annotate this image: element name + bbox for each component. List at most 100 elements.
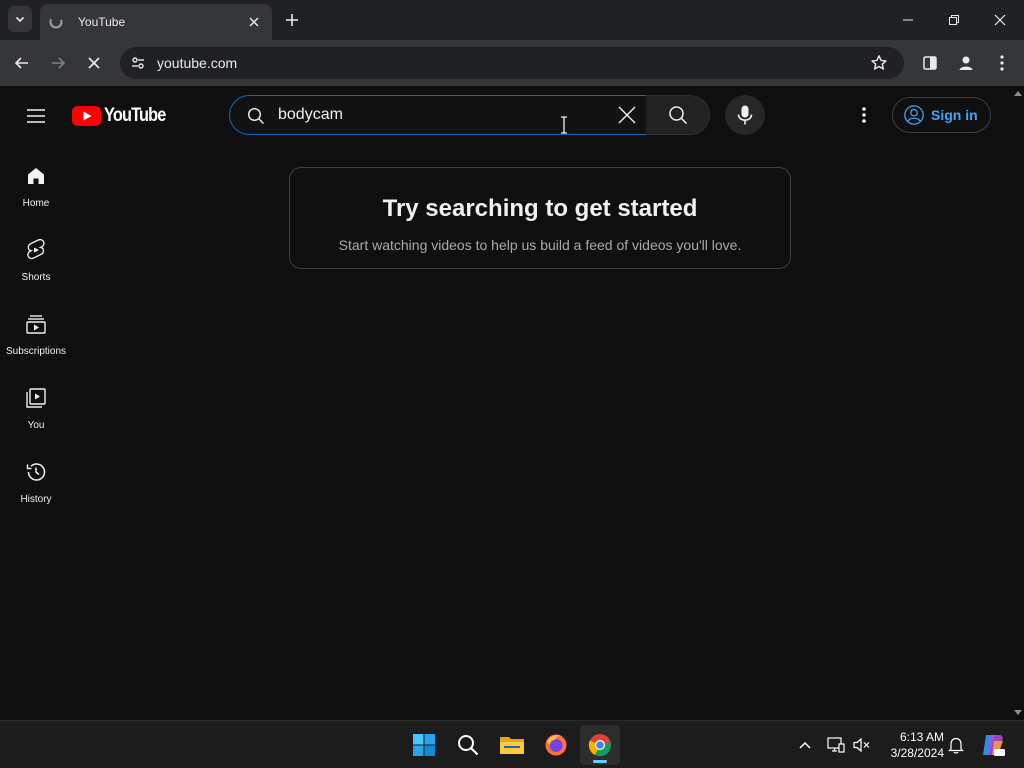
notifications-button[interactable] — [946, 735, 966, 755]
address-bar[interactable]: youtube.com — [120, 47, 904, 79]
home-icon — [28, 168, 44, 184]
loading-favicon-icon — [49, 15, 63, 29]
network-icon — [827, 737, 845, 753]
close-icon — [994, 14, 1006, 26]
start-button[interactable] — [404, 725, 444, 765]
copilot-button[interactable] — [980, 732, 1006, 758]
subscriptions-icon — [26, 315, 46, 334]
minimize-icon — [903, 19, 913, 21]
sign-in-label: Sign in — [931, 107, 978, 123]
search-icon — [668, 106, 687, 125]
more-vertical-icon — [862, 107, 866, 123]
scroll-up-arrow-icon[interactable] — [1014, 90, 1022, 96]
history-icon — [26, 463, 46, 481]
guide-item-label: History — [20, 494, 52, 505]
file-explorer-button[interactable] — [492, 725, 532, 765]
active-app-indicator — [593, 760, 607, 763]
guide-menu-button[interactable] — [24, 104, 48, 128]
guide-item-you[interactable]: You — [0, 366, 72, 440]
guide-item-subscriptions[interactable]: Subscriptions — [0, 292, 72, 366]
arrow-left-icon — [14, 57, 28, 69]
text-cursor-icon — [561, 116, 567, 134]
microphone-icon — [737, 105, 753, 125]
browser-menu-button[interactable] — [990, 51, 1014, 75]
close-icon — [249, 17, 259, 27]
empty-feed-card: Try searching to get started Start watch… — [289, 167, 791, 269]
firefox-button[interactable] — [536, 725, 576, 765]
chrome-button[interactable] — [580, 725, 620, 765]
restore-icon — [949, 15, 959, 25]
file-explorer-icon — [500, 737, 524, 754]
account-circle-icon — [904, 105, 924, 125]
tab-search-button[interactable] — [8, 6, 32, 32]
network-tray-button[interactable] — [826, 735, 846, 755]
guide-item-label: Subscriptions — [5, 346, 67, 357]
guide-item-label: You — [27, 420, 45, 431]
restore-button[interactable] — [944, 10, 964, 30]
back-button[interactable] — [10, 51, 34, 75]
account-icon — [959, 56, 973, 70]
arrow-right-icon — [52, 57, 66, 69]
voice-search-button[interactable] — [725, 95, 765, 135]
youtube-masthead: YouTube Sign in — [0, 86, 1012, 144]
copilot-icon — [983, 735, 1005, 756]
tab-close-button[interactable] — [246, 14, 262, 30]
guide-item-home[interactable]: Home — [0, 144, 72, 218]
hamburger-menu-icon — [27, 109, 45, 123]
firefox-icon — [545, 734, 567, 756]
close-icon — [88, 57, 100, 69]
search-icon — [458, 735, 479, 756]
sign-in-button[interactable]: Sign in — [892, 97, 991, 133]
chrome-icon — [588, 734, 611, 757]
show-hidden-icons-button[interactable] — [795, 735, 815, 755]
shorts-icon — [27, 238, 45, 260]
settings-menu-button[interactable] — [852, 103, 876, 127]
guide-item-label: Shorts — [21, 272, 51, 283]
taskbar-search-button[interactable] — [448, 725, 488, 765]
chevron-down-icon — [15, 16, 25, 23]
search-button[interactable] — [646, 95, 710, 135]
you-icon — [26, 388, 46, 408]
guide-item-history[interactable]: History — [0, 440, 72, 514]
youtube-wordmark: YouTube — [104, 105, 166, 126]
empty-feed-subtitle: Start watching videos to help us build a… — [338, 237, 742, 253]
close-window-button[interactable] — [990, 10, 1010, 30]
tune-icon — [132, 57, 144, 69]
chevron-up-icon — [799, 741, 811, 749]
guide-item-label: Home — [22, 198, 50, 209]
search-input[interactable] — [278, 104, 598, 126]
windows-taskbar: 6:13 AM 3/28/2024 — [0, 720, 1024, 768]
tab-title: YouTube — [78, 15, 126, 29]
volume-muted-icon — [853, 737, 870, 753]
site-info-button[interactable] — [128, 53, 148, 73]
address-url: youtube.com — [157, 55, 238, 71]
scroll-down-arrow-icon[interactable] — [1014, 710, 1022, 716]
browser-tab-youtube[interactable]: YouTube — [40, 4, 272, 40]
search-box[interactable] — [229, 95, 647, 135]
search-icon — [247, 107, 264, 124]
more-vertical-icon — [1000, 55, 1004, 71]
forward-button[interactable] — [46, 51, 70, 75]
clock-date: 3/28/2024 — [890, 746, 944, 760]
clock-time: 6:13 AM — [899, 730, 944, 744]
stop-loading-button[interactable] — [82, 51, 106, 75]
browser-tab-strip: YouTube — [0, 0, 1024, 40]
taskbar-clock[interactable]: 6:13 AM 3/28/2024 — [880, 729, 944, 761]
side-panel-button[interactable] — [918, 51, 942, 75]
minimize-button[interactable] — [898, 10, 918, 30]
start-icon — [413, 734, 435, 756]
profile-button[interactable] — [954, 51, 978, 75]
youtube-play-logo-icon — [72, 106, 101, 126]
guide-item-shorts[interactable]: Shorts — [0, 218, 72, 292]
plus-icon — [286, 14, 298, 26]
youtube-logo[interactable]: YouTube — [72, 105, 175, 127]
bell-icon — [948, 737, 964, 754]
page-scrollbar[interactable] — [1012, 86, 1024, 720]
clear-search-icon[interactable] — [616, 104, 638, 126]
volume-tray-button[interactable] — [852, 735, 872, 755]
bookmark-star-icon[interactable] — [870, 54, 888, 72]
empty-feed-title: Try searching to get started — [382, 195, 698, 222]
browser-toolbar: youtube.com — [0, 40, 1024, 86]
side-panel-icon — [923, 56, 937, 70]
new-tab-button[interactable] — [282, 10, 302, 30]
